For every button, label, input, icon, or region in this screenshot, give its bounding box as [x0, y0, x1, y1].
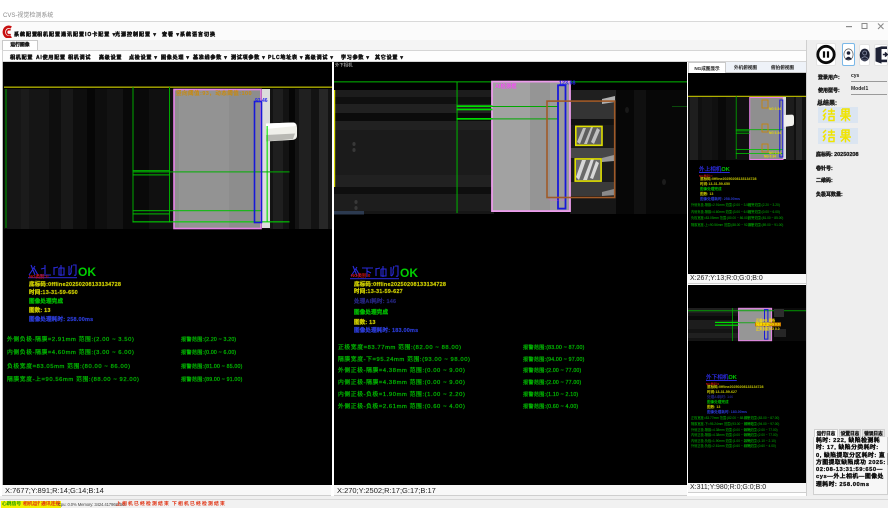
svg-text:123.68: 123.68	[559, 81, 576, 87]
svg-text:竖向阈值:93，动态阈值:100: 竖向阈值:93，动态阈值:100	[176, 89, 252, 97]
svg-text:OK: OK	[78, 265, 96, 279]
svg-text:NG 0.34: NG 0.34	[769, 107, 781, 111]
svg-text:NG 0.34: NG 0.34	[764, 155, 776, 159]
svg-text:隔膜宽度NG 0.0: 隔膜宽度NG 0.0	[756, 322, 780, 327]
svg-text:NG 0.34: NG 0.34	[769, 131, 781, 135]
svg-text:+1.5/-1.5: +1.5/-1.5	[548, 197, 565, 202]
svg-text:OK: OK	[400, 266, 418, 280]
svg-text:AI检测框: AI检测框	[495, 82, 517, 90]
svg-text:正负极距NG 0.0: 正负极距NG 0.0	[756, 326, 780, 331]
svg-text:93.46: 93.46	[255, 98, 268, 104]
